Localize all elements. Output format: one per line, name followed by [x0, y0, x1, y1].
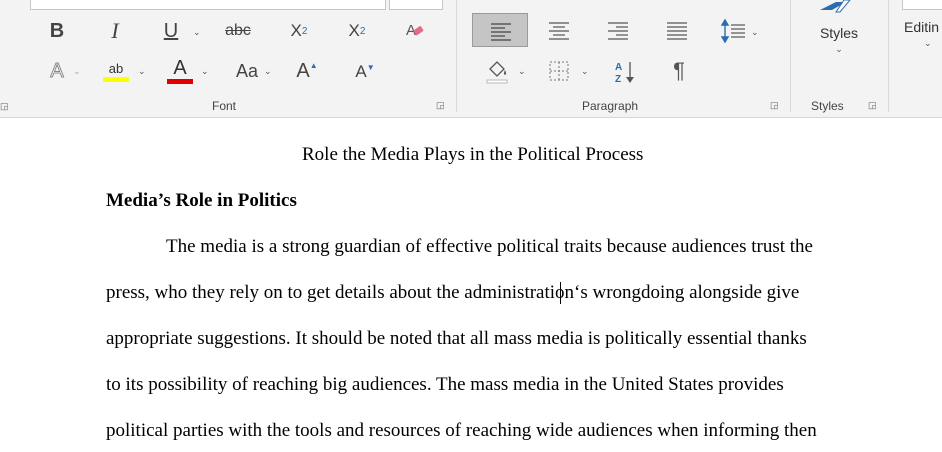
align-left-button[interactable] — [472, 13, 528, 47]
align-center-icon — [549, 22, 569, 40]
paragraph-group-label: Paragraph — [582, 99, 639, 113]
font-name-box[interactable] — [30, 0, 386, 10]
align-right-button[interactable] — [605, 18, 631, 44]
font-color-button[interactable]: A — [164, 56, 196, 86]
styles-separator — [888, 0, 889, 112]
styles-button[interactable]: Styles ⌄ — [806, 0, 872, 62]
paint-bucket-icon — [486, 61, 508, 84]
paragraph-line: political parties with the tools and res… — [106, 420, 817, 441]
shrink-font-button[interactable]: A ▼ — [350, 58, 380, 86]
align-center-button[interactable] — [546, 18, 572, 44]
highlight-button[interactable]: ab — [100, 56, 132, 86]
font-color-glyph: A — [173, 57, 187, 79]
align-left-icon — [491, 23, 511, 41]
eraser-icon: A — [406, 22, 424, 39]
paragraph-line: appropriate suggestions. It should be no… — [106, 328, 807, 349]
highlight-glyph: ab — [108, 60, 124, 76]
styles-button-label: Styles — [819, 25, 859, 41]
font-color-bar — [167, 79, 193, 84]
subscript-sub: 2 — [301, 25, 308, 37]
styles-group-label: Styles — [811, 99, 844, 113]
paragraph-line: to its possibility of reaching big audie… — [106, 374, 784, 395]
borders-icon — [549, 61, 569, 81]
section-heading: Media’s Role in Politics — [106, 190, 297, 211]
font-dialog-launcher-icon[interactable]: ◲ — [436, 100, 445, 111]
paragraph-separator — [790, 0, 791, 112]
font-size-box[interactable] — [389, 0, 443, 10]
paragraph-line: press, who they rely on to get details a… — [106, 282, 800, 303]
ribbon: ◲ B I U ⌄ abc X2 X2 A A ⌄ ab ⌄ A ⌄ Aa ⌄ … — [0, 0, 942, 118]
styles-dropdown-icon: ⌄ — [835, 44, 843, 54]
sort-icon: A Z — [615, 62, 634, 85]
text-effects-button[interactable]: A — [44, 58, 70, 84]
font-group-label: Font — [212, 99, 237, 113]
document-title: Role the Media Plays in the Political Pr… — [302, 144, 644, 165]
underline-dropdown-icon[interactable]: ⌄ — [193, 27, 201, 38]
paragraph-line: The media is a strong guardian of effect… — [166, 236, 813, 257]
strikethrough-button[interactable]: abc — [222, 18, 254, 44]
sort-button[interactable]: A Z — [612, 58, 638, 86]
align-right-icon — [608, 22, 628, 40]
subscript-button[interactable]: X2 — [284, 18, 314, 44]
text-effects-dropdown-icon[interactable]: ⌄ — [73, 66, 81, 77]
grow-font-button[interactable]: A ▲ — [292, 56, 322, 86]
shrink-font-glyph: A — [355, 62, 367, 81]
grow-arrow-icon: ▲ — [309, 60, 318, 70]
highlight-color-bar — [103, 76, 129, 82]
clear-formatting-button[interactable]: A — [400, 18, 430, 44]
shrink-arrow-icon: ▼ — [366, 62, 375, 72]
change-case-dropdown-icon[interactable]: ⌄ — [264, 66, 272, 77]
subscript-base: X — [290, 21, 302, 40]
borders-button[interactable] — [546, 58, 572, 84]
underline-button[interactable]: U — [158, 18, 184, 44]
italic-button[interactable]: I — [102, 18, 128, 44]
borders-dropdown-icon[interactable]: ⌄ — [581, 66, 589, 77]
text-cursor — [560, 282, 561, 304]
line-spacing-icon — [720, 18, 745, 44]
styles-dialog-launcher-icon[interactable]: ◲ — [868, 100, 877, 111]
change-case-button[interactable]: Aa — [230, 58, 264, 84]
editing-button[interactable]: Editin ⌄ — [896, 18, 942, 58]
highlight-dropdown-icon[interactable]: ⌄ — [138, 66, 146, 77]
font-separator — [456, 0, 457, 112]
justify-button[interactable] — [664, 18, 690, 44]
font-color-dropdown-icon[interactable]: ⌄ — [201, 66, 209, 77]
styles-icon — [820, 0, 851, 13]
superscript-sup: 2 — [359, 25, 366, 37]
line-spacing-dropdown-icon[interactable]: ⌄ — [751, 27, 759, 38]
bold-button[interactable]: B — [44, 18, 70, 44]
shading-dropdown-icon[interactable]: ⌄ — [518, 66, 526, 77]
superscript-base: X — [348, 21, 360, 40]
clipboard-launcher-icon[interactable]: ◲ — [0, 101, 9, 112]
editing-button-label: Editin — [904, 19, 940, 35]
justify-icon — [667, 22, 687, 40]
svg-text:A: A — [615, 62, 622, 73]
show-formatting-marks-button[interactable]: ¶ — [666, 58, 692, 84]
grow-font-glyph: A — [296, 59, 310, 82]
shading-button[interactable] — [484, 57, 510, 85]
document-page[interactable]: Role the Media Plays in the Political Pr… — [0, 118, 942, 452]
superscript-button[interactable]: X2 — [342, 18, 372, 44]
paragraph-dialog-launcher-icon[interactable]: ◲ — [770, 100, 779, 111]
editing-box — [902, 0, 942, 10]
line-spacing-button[interactable] — [720, 18, 748, 44]
editing-dropdown-icon: ⌄ — [924, 38, 932, 48]
svg-text:Z: Z — [615, 74, 621, 85]
